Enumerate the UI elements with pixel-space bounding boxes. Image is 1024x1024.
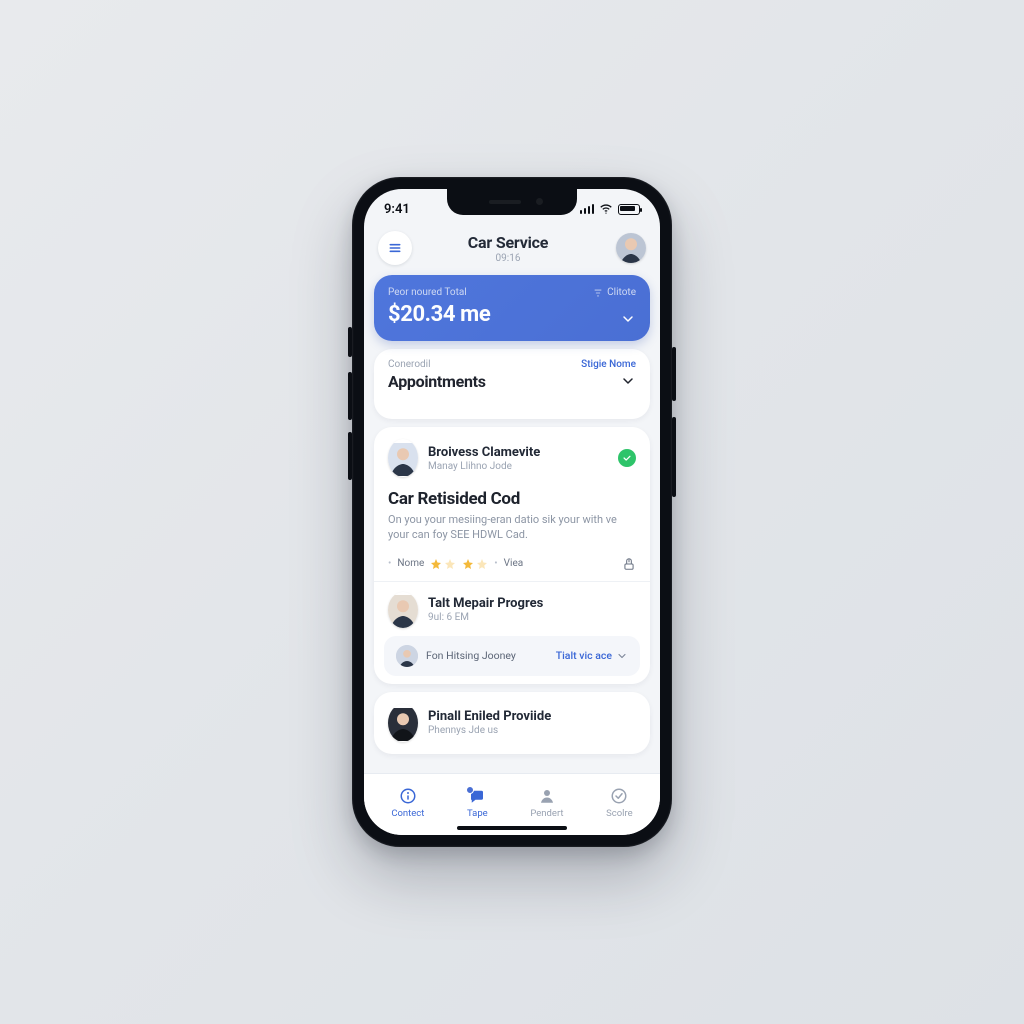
appointment-card[interactable]: Pinall Eniled Proviide Phennys Jde us	[374, 692, 650, 754]
footer-action[interactable]: Tialt vic ace	[556, 649, 628, 662]
mute-switch	[348, 327, 352, 357]
chevron-down-icon[interactable]	[620, 311, 636, 327]
screen: 9:41 Car Service 09:16	[364, 189, 660, 835]
total-amount: $20.34 me	[388, 302, 636, 327]
volume-up	[348, 372, 352, 420]
status-right	[580, 202, 641, 216]
volume-down	[348, 432, 352, 480]
card-footer[interactable]: Fon Hitsing Jooney Tialt vic ace	[384, 636, 640, 676]
section-title: Appointments	[388, 372, 636, 391]
provider-meta: Manay Llihno Jode	[428, 461, 608, 472]
profile-avatar[interactable]	[616, 233, 646, 263]
mechanic-avatar[interactable]	[388, 592, 418, 628]
tab-pendert[interactable]: Pendert	[530, 787, 563, 819]
star-icon	[462, 558, 474, 570]
tab-score[interactable]: Scolre	[606, 787, 633, 819]
filter-icon	[593, 288, 603, 298]
info-left: Nome	[397, 558, 424, 569]
chevron-down-icon	[616, 650, 628, 662]
total-label: Peor noured Total	[388, 287, 467, 298]
menu-button[interactable]	[378, 231, 412, 265]
cellular-icon	[580, 204, 595, 214]
footer-right-text: Tialt vic ace	[556, 649, 612, 662]
chevron-down-icon[interactable]	[620, 373, 636, 389]
provider-meta: Phennys Jde us	[428, 725, 636, 736]
star-icon	[430, 558, 442, 570]
star-icon	[476, 558, 488, 570]
provider-name: Pinall Eniled Proviide	[428, 709, 636, 724]
share-icon[interactable]	[622, 557, 636, 571]
side-button	[672, 417, 676, 497]
battery-icon	[618, 204, 640, 215]
footer-avatar	[396, 645, 418, 667]
tab-contact[interactable]: Contect	[391, 787, 424, 819]
page-subtitle: 09:16	[416, 253, 600, 264]
info-icon	[399, 787, 417, 805]
info-row: • Nome • Viea	[388, 557, 636, 571]
page-title: Car Service	[416, 233, 600, 252]
provider-name: Broivess Clamevite	[428, 445, 608, 460]
wifi-icon	[599, 202, 613, 216]
side-button	[672, 347, 676, 401]
total-card[interactable]: Peor noured Total Clitote $20.34 me	[374, 275, 650, 341]
check-icon	[622, 453, 632, 463]
status-time: 9:41	[384, 202, 410, 217]
star-icon	[444, 558, 456, 570]
info-right: Viea	[504, 558, 524, 569]
tab-tape[interactable]: Tape	[467, 787, 488, 819]
notification-dot	[466, 786, 474, 794]
tab-label: Contect	[391, 808, 424, 819]
rating-stars	[430, 558, 456, 570]
progress-name: Talt Mepair Progres	[428, 596, 636, 611]
notch	[447, 189, 577, 215]
home-indicator[interactable]	[457, 826, 567, 830]
section-link[interactable]: Stigie Nome	[581, 359, 636, 370]
header: Car Service 09:16	[374, 229, 650, 267]
verified-badge	[618, 449, 636, 467]
provider-avatar[interactable]	[388, 439, 418, 477]
menu-icon	[387, 240, 403, 256]
rating-stars	[462, 558, 488, 570]
appointments-section[interactable]: Conerodil Stigie Nome Appointments	[374, 349, 650, 419]
provider-avatar[interactable]	[388, 704, 418, 742]
divider	[374, 581, 650, 582]
content-scroll[interactable]: Car Service 09:16 Peor noured Total Clit…	[364, 229, 660, 773]
person-icon	[538, 787, 556, 805]
phone-frame: 9:41 Car Service 09:16	[352, 177, 672, 847]
tab-label: Tape	[467, 808, 488, 819]
job-title: Car Retisided Cod	[388, 489, 636, 509]
check-circle-icon	[610, 787, 628, 805]
total-right-label: Clitote	[607, 287, 636, 298]
progress-row[interactable]: Talt Mepair Progres 9ul: 6 EM	[388, 592, 636, 628]
footer-left-text: Fon Hitsing Jooney	[426, 649, 516, 662]
progress-time: 9ul: 6 EM	[428, 612, 636, 623]
section-overline: Conerodil	[388, 359, 431, 370]
job-description: On you your mesiing-eran datio sik your …	[388, 513, 636, 543]
tab-label: Scolre	[606, 808, 633, 819]
appointment-card[interactable]: Broivess Clamevite Manay Llihno Jode Car…	[374, 427, 650, 684]
tab-label: Pendert	[530, 808, 563, 819]
